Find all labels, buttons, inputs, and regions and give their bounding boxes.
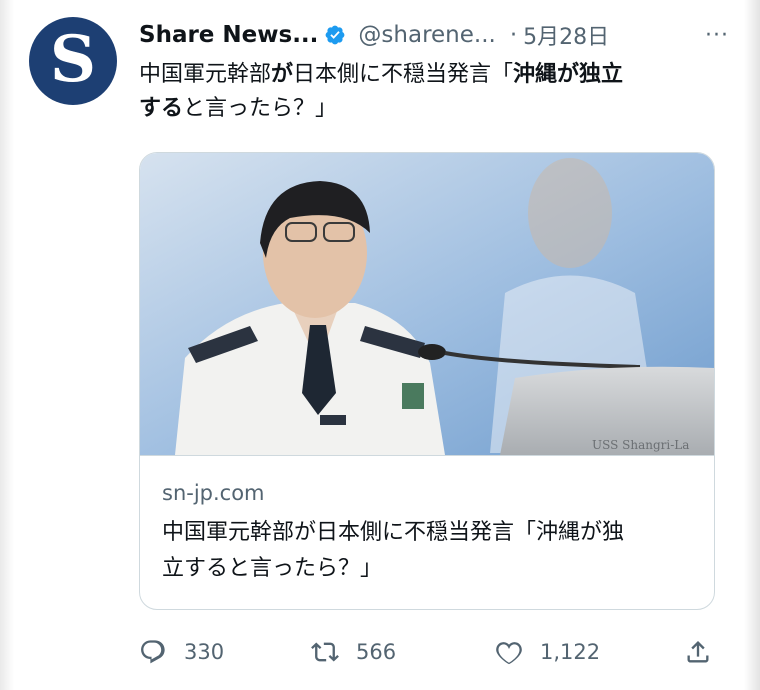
tweet[interactable]: S Share News... @sharene... · 5月28日 ··· … <box>0 0 760 690</box>
text-segment-bold: する <box>139 96 184 121</box>
author-name[interactable]: Share News... <box>139 22 318 48</box>
avatar[interactable]: S <box>29 17 117 105</box>
card-domain[interactable]: sn-jp.com <box>162 481 265 505</box>
link-card[interactable]: USS Shangri-La sn-jp.com 中国軍元幹部が日本側に不穏当発… <box>139 152 715 610</box>
card-title[interactable]: 中国軍元幹部が日本側に不穏当発言「沖縄が独 立すると言ったら？」 <box>162 515 692 587</box>
verified-badge-icon <box>326 25 345 45</box>
tweet-text: 中国軍元幹部が日本側に不穏当発言「沖縄が独立 すると言ったら？」 <box>139 58 714 126</box>
text-segment: と言ったら？」 <box>183 96 338 121</box>
tweet-date[interactable]: 5月28日 <box>523 19 609 51</box>
like-button[interactable]: 1,122 <box>495 632 600 672</box>
podium-text: USS Shangri-La <box>592 438 689 452</box>
reply-icon <box>141 640 165 664</box>
retweet-count: 566 <box>356 640 397 664</box>
text-segment: 日本側に不穏当発言「 <box>293 62 514 87</box>
card-image: USS Shangri-La <box>140 153 714 455</box>
like-count: 1,122 <box>540 640 601 664</box>
reply-count: 330 <box>184 640 225 664</box>
text-segment: 中国軍元幹部 <box>139 62 272 87</box>
card-divider <box>140 455 714 456</box>
reply-button[interactable]: 330 <box>139 632 224 672</box>
separator-dot: · <box>509 22 518 48</box>
retweet-icon <box>311 642 339 662</box>
action-bar: 330 566 1,122 <box>139 632 714 672</box>
share-button[interactable] <box>684 632 712 672</box>
more-options-icon[interactable]: ··· <box>705 18 729 52</box>
text-segment-bold: 沖縄が独立 <box>513 62 624 87</box>
card-title-line: 中国軍元幹部が日本側に不穏当発言「沖縄が独 <box>162 520 625 545</box>
tweet-header: Share News... @sharene... · 5月28日 ··· <box>139 18 729 52</box>
author-handle[interactable]: @sharene... <box>358 22 495 48</box>
retweet-button[interactable]: 566 <box>311 632 396 672</box>
text-segment-bold: が <box>271 62 294 87</box>
card-title-line: 立すると言ったら？」 <box>162 556 383 581</box>
avatar-initial: S <box>49 22 97 97</box>
heart-icon <box>496 642 522 665</box>
share-icon <box>687 641 709 663</box>
